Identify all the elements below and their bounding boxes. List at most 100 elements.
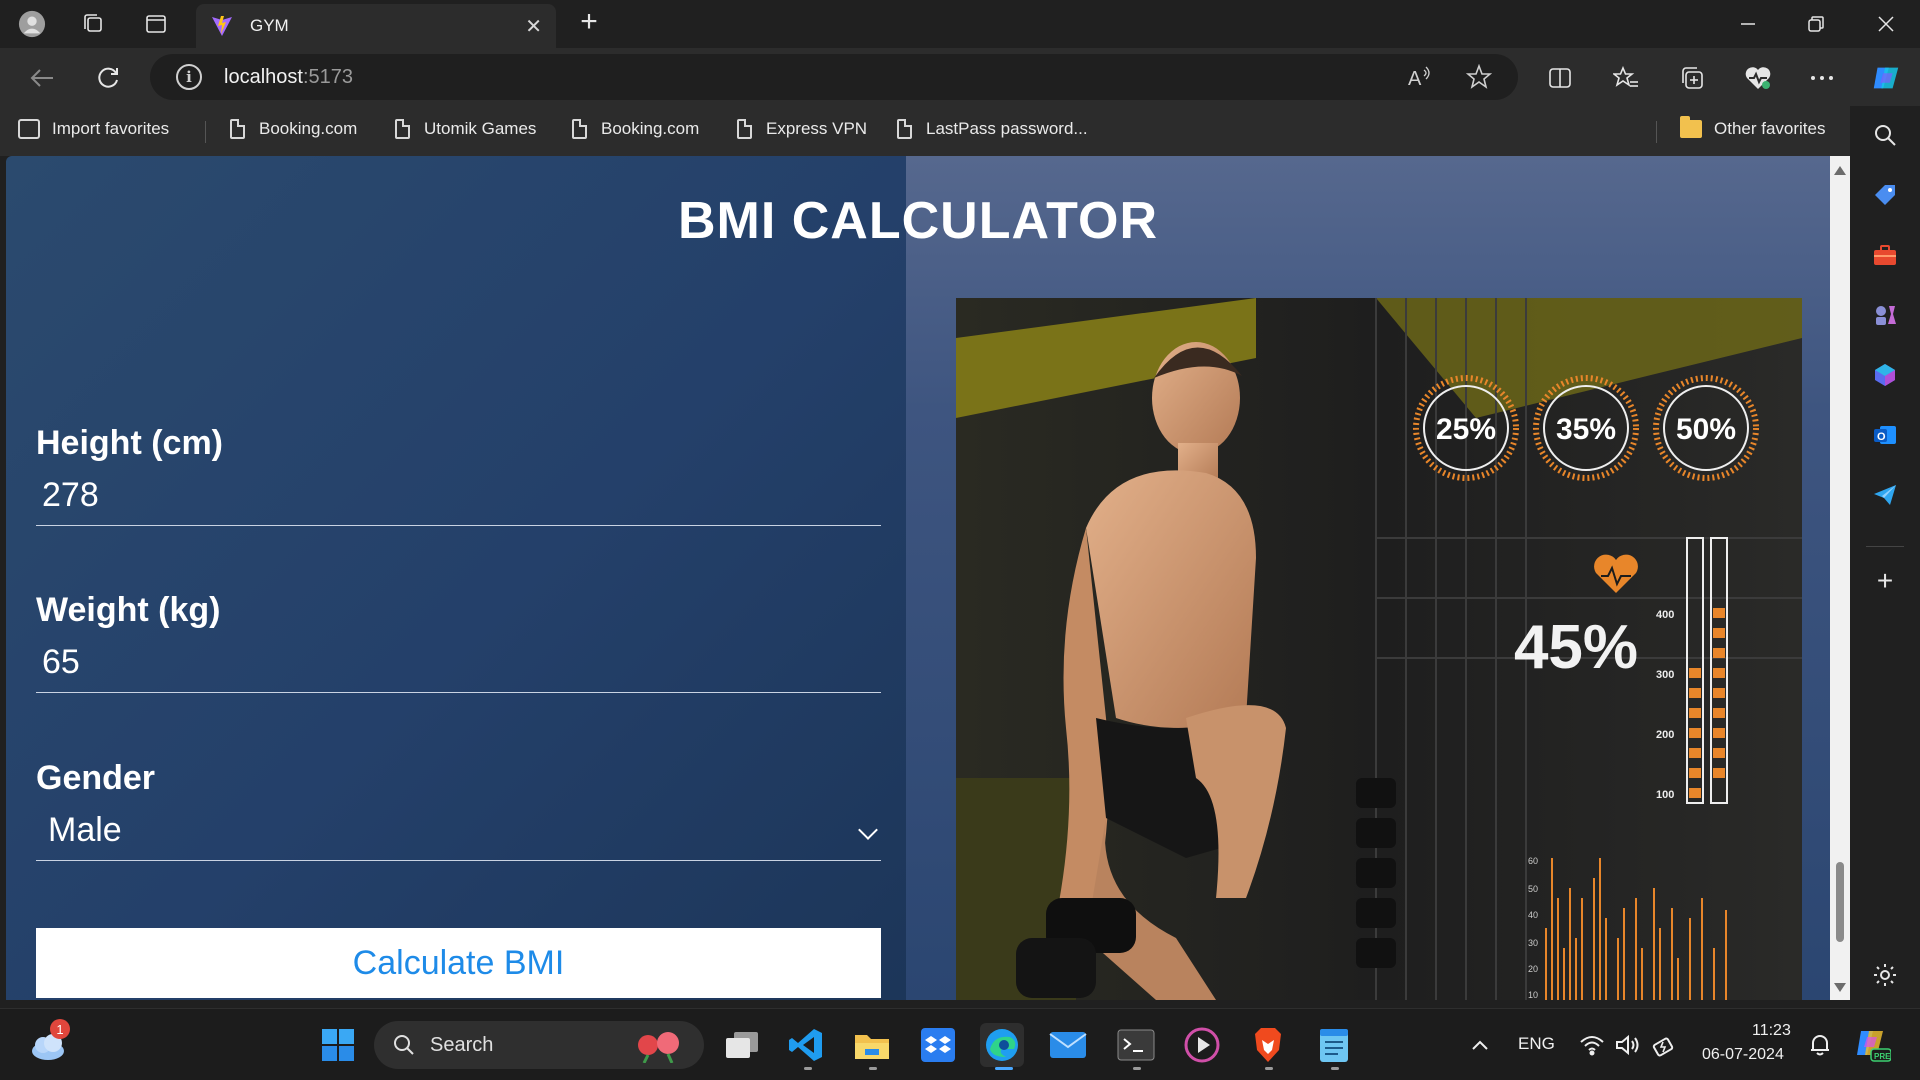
divider [1866, 546, 1904, 547]
favorite-label: Express VPN [766, 119, 868, 138]
show-hidden-icons-chevron-icon[interactable] [1458, 1023, 1502, 1067]
media-player-icon[interactable] [1180, 1023, 1224, 1067]
tools-toolbox-icon[interactable] [1870, 240, 1900, 270]
profile-avatar-icon[interactable] [18, 10, 46, 38]
settings-gear-icon[interactable] [1870, 960, 1900, 990]
navigation-bar: i localhost:5173 A [0, 48, 1920, 106]
collections-icon[interactable] [1676, 62, 1708, 94]
dropbox-icon[interactable] [916, 1023, 960, 1067]
notification-bell-icon[interactable] [1798, 1023, 1842, 1067]
taskbar-search-box[interactable]: Search [374, 1021, 704, 1069]
url-host: localhost [224, 65, 303, 88]
histogram-tick: 60 [1528, 856, 1538, 866]
outlook-icon[interactable]: O [1870, 420, 1900, 450]
workspaces-icon[interactable] [78, 10, 106, 38]
hud-ring-50: 50% [1676, 413, 1736, 446]
clock-time[interactable]: 11:23 [1752, 1022, 1791, 1040]
tab-gym[interactable]: GYM ✕ [196, 4, 556, 48]
search-icon[interactable] [1870, 120, 1900, 150]
other-favorites[interactable]: Other favorites [1680, 116, 1826, 139]
games-chess-icon[interactable] [1870, 300, 1900, 330]
url-port: :5173 [302, 65, 353, 88]
favorite-star-icon[interactable] [1465, 63, 1493, 96]
scale-tick: 400 [1656, 609, 1674, 621]
svg-text:PRE: PRE [1874, 1052, 1891, 1061]
back-arrow-icon[interactable] [26, 62, 58, 94]
brave-browser-icon[interactable] [1246, 1023, 1290, 1067]
page-icon [395, 119, 410, 139]
address-bar[interactable]: i localhost:5173 A [150, 54, 1518, 100]
restore-button[interactable] [1782, 0, 1850, 48]
page-scrollbar[interactable] [1830, 156, 1850, 1000]
page-title: BMI CALCULATOR [677, 192, 1159, 250]
more-options-icon[interactable] [1806, 62, 1838, 94]
gender-selected-value: Male [48, 811, 122, 849]
language-indicator[interactable]: ENG [1518, 1034, 1555, 1054]
favorite-utomik[interactable]: Utomik Games [395, 119, 536, 139]
refresh-icon[interactable] [92, 62, 124, 94]
svg-text:A: A [1408, 68, 1422, 90]
histogram-tick: 40 [1528, 910, 1538, 920]
scale-tick: 100 [1656, 789, 1674, 801]
height-input[interactable]: 278 [36, 466, 881, 526]
microsoft-365-icon[interactable] [1870, 360, 1900, 390]
roses-decoration-icon [638, 1032, 679, 1063]
scroll-down-arrow-icon[interactable] [1834, 983, 1846, 992]
mail-icon[interactable] [1046, 1023, 1090, 1067]
calculate-bmi-button[interactable]: Calculate BMI [36, 928, 881, 998]
shopping-tag-icon[interactable] [1870, 180, 1900, 210]
favorite-lastpass[interactable]: LastPass password... [897, 119, 1088, 139]
copilot-preview-icon[interactable]: PRE [1850, 1023, 1894, 1067]
scrollbar-thumb[interactable] [1836, 862, 1844, 942]
favorite-booking-1[interactable]: Booking.com [230, 119, 357, 139]
read-aloud-icon[interactable]: A [1406, 64, 1432, 96]
scroll-up-arrow-icon[interactable] [1834, 166, 1846, 175]
svg-text:O: O [1877, 431, 1886, 443]
favorite-import[interactable]: Import favorites [18, 119, 169, 139]
task-view-icon[interactable] [720, 1023, 764, 1067]
histogram-tick: 20 [1528, 964, 1538, 974]
vscode-icon[interactable] [784, 1023, 828, 1067]
running-indicator [804, 1067, 812, 1070]
minimize-button[interactable] [1714, 0, 1782, 48]
file-explorer-icon[interactable] [850, 1023, 894, 1067]
folder-icon [1680, 116, 1702, 138]
divider [205, 121, 206, 143]
copilot-icon[interactable] [1870, 62, 1902, 94]
site-info-icon[interactable]: i [176, 64, 202, 90]
fitness-hero-image: 25% 35% 50% 45% 400 300 200 100 60 50 40… [956, 298, 1802, 1000]
favorite-label: Utomik Games [424, 119, 537, 138]
browser-essentials-icon[interactable] [1742, 62, 1774, 94]
running-indicator [1133, 1067, 1141, 1070]
chevron-down-icon [858, 820, 878, 840]
weather-widget-icon[interactable]: 1 [26, 1019, 70, 1067]
add-sidebar-app-icon[interactable]: + [1870, 565, 1900, 596]
gender-select[interactable]: Male [36, 801, 881, 861]
histogram-tick: 50 [1528, 884, 1538, 894]
clock-date[interactable]: 06-07-2024 [1702, 1046, 1784, 1064]
terminal-icon[interactable] [1114, 1023, 1158, 1067]
active-indicator [995, 1067, 1013, 1070]
edge-browser-icon[interactable] [980, 1023, 1024, 1067]
split-screen-icon[interactable] [1544, 62, 1576, 94]
close-window-button[interactable] [1852, 0, 1920, 48]
windows-taskbar: 1 Search ENG 11:23 06-07-2024 PRE [0, 1008, 1920, 1080]
hud-ring-25: 25% [1436, 413, 1496, 446]
battery-charging-icon[interactable] [1642, 1023, 1686, 1067]
height-label: Height (cm) [36, 424, 223, 462]
weight-label: Weight (kg) [36, 591, 221, 629]
favorite-booking-2[interactable]: Booking.com [572, 119, 699, 139]
send-telegram-icon[interactable] [1870, 480, 1900, 510]
favorite-label: Booking.com [259, 119, 358, 138]
tab-actions-icon[interactable] [142, 10, 170, 38]
start-windows-icon[interactable] [316, 1023, 360, 1067]
favorite-express-vpn[interactable]: Express VPN [737, 119, 867, 139]
favorite-label: Booking.com [601, 119, 700, 138]
other-favorites-label: Other favorites [1714, 119, 1826, 138]
page-icon [737, 119, 752, 139]
new-tab-button[interactable]: + [574, 7, 604, 38]
favorites-icon[interactable] [1610, 62, 1642, 94]
notepad-icon[interactable] [1312, 1023, 1356, 1067]
close-tab-icon[interactable]: ✕ [525, 14, 542, 39]
weight-input[interactable]: 65 [36, 633, 881, 693]
